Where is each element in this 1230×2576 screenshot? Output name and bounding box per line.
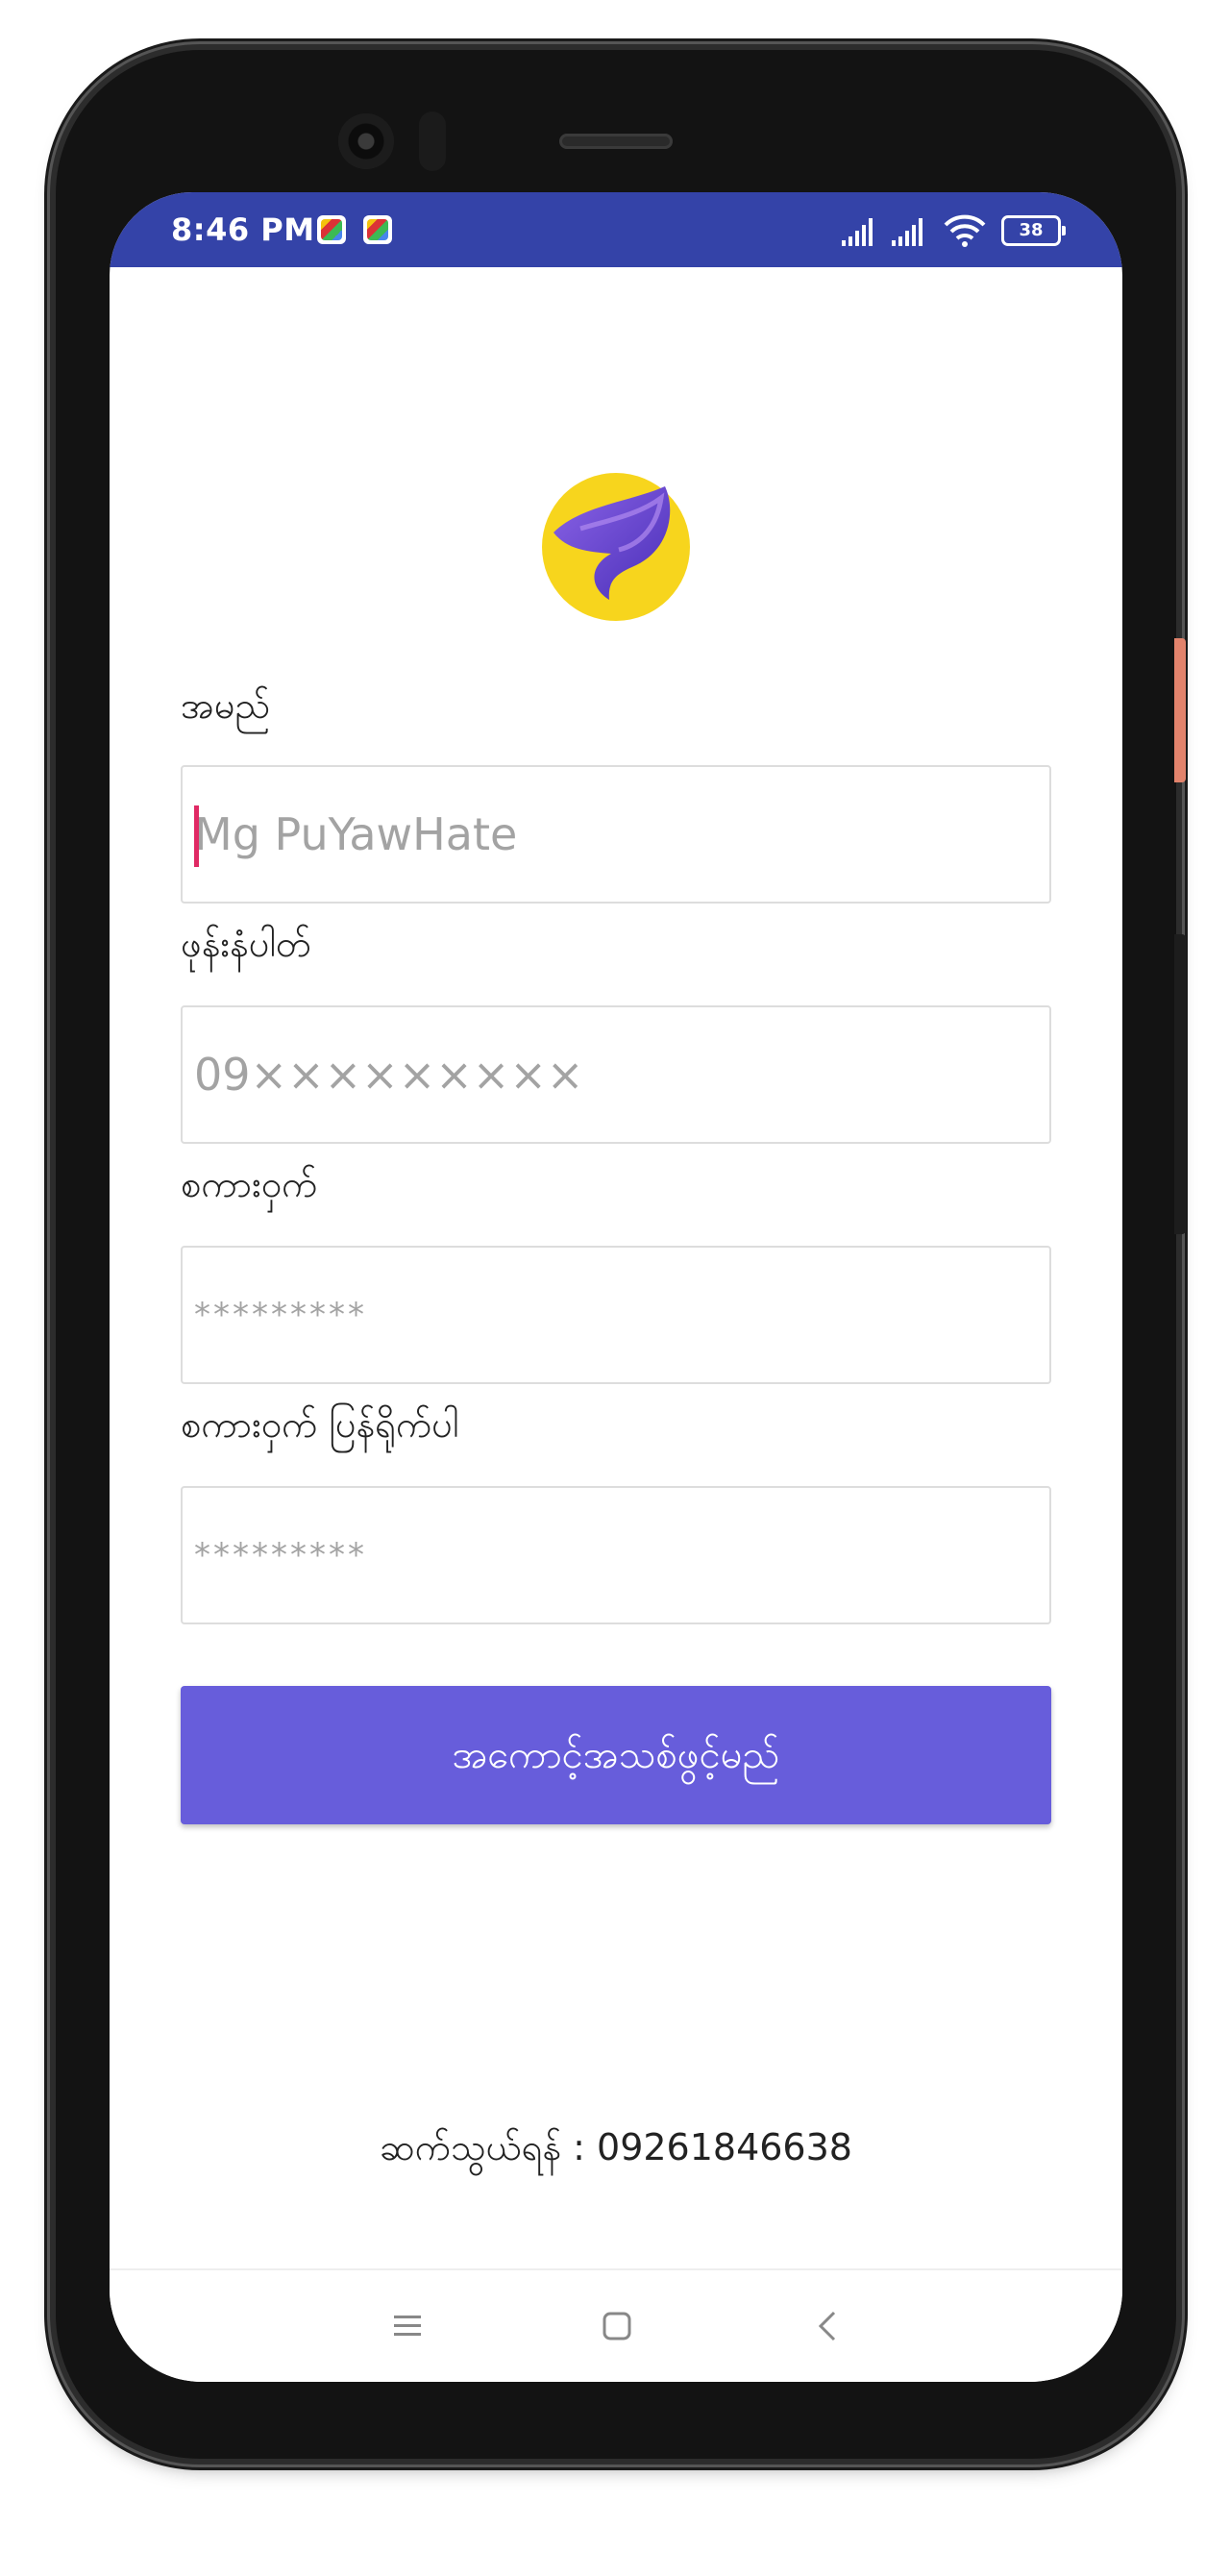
- earpiece-speaker: [559, 134, 673, 149]
- wifi-icon: [944, 214, 986, 247]
- home-icon[interactable]: [598, 2307, 636, 2345]
- phone-field[interactable]: 09×××××××××: [181, 1005, 1051, 1144]
- back-icon[interactable]: [809, 2307, 848, 2345]
- password-placeholder: *********: [194, 1296, 367, 1334]
- name-label: အမည်: [181, 684, 271, 727]
- volume-button: [1174, 934, 1186, 1234]
- play-games-icon: [317, 215, 346, 244]
- status-time: 8:46 PM: [171, 211, 315, 248]
- navigation-bar: [110, 2268, 1122, 2382]
- play-games-icon: [363, 215, 392, 244]
- battery-icon: 38: [1001, 215, 1066, 246]
- front-camera: [338, 113, 394, 169]
- signal-icon: [842, 218, 873, 246]
- confirm-password-placeholder: *********: [194, 1536, 367, 1574]
- confirm-password-field[interactable]: *********: [181, 1486, 1051, 1624]
- phone-label: ဖုန်းနံပါတ်: [181, 923, 311, 965]
- create-account-button[interactable]: အကောင့်အသစ်ဖွင့်မည်: [181, 1686, 1051, 1824]
- app-screen: 8:46 PM 38 အမည် Mg PuYawHate ဖုန်းနံပါတ်…: [110, 192, 1122, 2382]
- power-button: [1174, 638, 1186, 782]
- status-bar: 8:46 PM 38: [110, 192, 1122, 267]
- contact-text: ဆက်သွယ်ရန် : 09261846638: [380, 2126, 852, 2168]
- name-field[interactable]: Mg PuYawHate: [181, 765, 1051, 904]
- text-cursor: [194, 805, 199, 867]
- menu-icon[interactable]: [388, 2307, 427, 2345]
- confirm-password-label: စကားဝှက် ပြန်ရိုက်ပါ: [181, 1403, 459, 1446]
- password-field[interactable]: *********: [181, 1246, 1051, 1384]
- app-logo: [542, 473, 690, 621]
- phone-placeholder: 09×××××××××: [194, 1049, 584, 1101]
- password-label: စကားဝှက်: [181, 1163, 318, 1205]
- signal-icon: [892, 218, 922, 246]
- proximity-sensor: [419, 111, 446, 171]
- name-placeholder: Mg PuYawHate: [194, 808, 518, 860]
